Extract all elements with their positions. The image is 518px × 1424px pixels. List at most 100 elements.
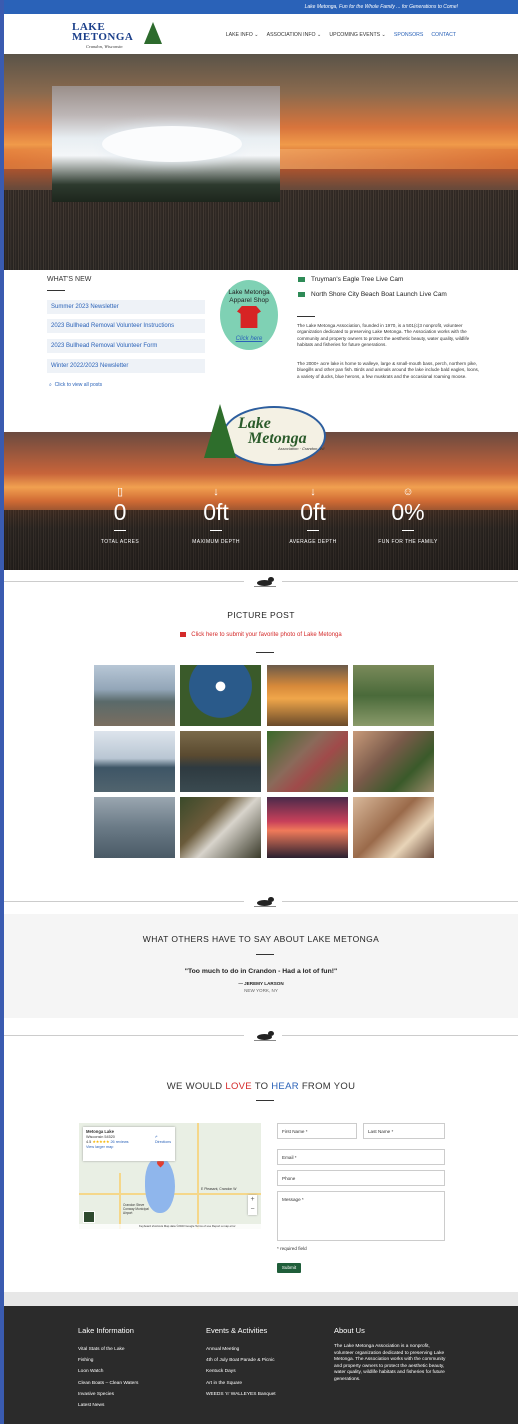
tagline: Lake Metonga, Fun for the Whole Family .… [304,4,458,10]
stat-average-depth: ↓ 0ft AVERAGE DEPTH [268,486,358,545]
map-info-card: Metonga Lake Wisconsin 54520 4.5 ★★★★★ 2… [83,1127,175,1161]
arrow-down-icon: ↓ [310,486,316,498]
footer-link-annual-meeting[interactable]: Annual Meeting [206,1344,276,1355]
news-link-summer-2023[interactable]: Summer 2023 Newsletter [47,300,205,314]
gallery-photo-9[interactable] [94,797,175,858]
gallery-photo-11[interactable] [267,797,348,858]
satellite-toggle-button[interactable] [83,1211,95,1223]
testimonial-location: NEW YORK, NY [244,988,278,993]
message-field[interactable]: Message * [277,1191,445,1241]
gallery-photo-7[interactable] [267,731,348,792]
picture-post-title: PICTURE POST [227,610,295,620]
pine-tree-icon [144,22,162,44]
gallery-photo-8[interactable] [353,731,434,792]
footer-link-latest-news[interactable]: Latest News [78,1400,138,1411]
testimonial-title: WHAT OTHERS HAVE TO SAY ABOUT LAKE METON… [142,934,380,944]
footer-link-fishing[interactable]: Fishing [78,1355,138,1366]
gallery-photo-6[interactable] [180,731,261,792]
site-header: LAKE METONGA Crandon, Wisconsin LAKE INF… [4,14,518,54]
stat-label: TOTAL ACRES [100,539,140,545]
apparel-cta[interactable]: Click here [220,336,278,342]
video-camera-icon [298,276,305,282]
arrow-down-icon: ↓ [213,486,219,498]
top-tagline-bar: Lake Metonga, Fun for the Whole Family .… [4,0,518,14]
whats-new-title: WHAT'S NEW [47,276,92,283]
phone-field[interactable]: Phone [277,1170,445,1186]
stat-label: AVERAGE DEPTH [289,539,337,545]
news-link-bullhead-instructions[interactable]: 2023 Bullhead Removal Volunteer Instruct… [47,319,205,333]
map-airport-label: Crandon Steve Conway Municipal Airport [123,1203,149,1215]
lake-metonga-association-logo: Lake Metonga Association · Crandon, WI [204,400,328,472]
picture-post-section: PICTURE POST Click here to submit your f… [4,594,518,890]
smile-icon: ☺ [402,486,414,498]
eagle-cam-link[interactable]: Truyman's Eagle Tree Live Cam [298,276,403,283]
map-footer: Keyboard shortcuts Map data ©2023 Google… [79,1224,261,1229]
footer-link-clean-boats[interactable]: Clean Boats – Clean Waters [78,1378,138,1389]
apparel-title: Lake Metonga Apparel Shop [228,289,270,304]
directions-icon: ↱ [155,1135,159,1139]
loon-icon [254,1030,276,1042]
hero-reeds [4,190,518,270]
google-map-embed[interactable]: Metonga Lake Wisconsin 54520 4.5 ★★★★★ 2… [79,1123,261,1229]
apparel-shop-badge[interactable]: Lake Metonga Apparel Shop Click here [220,280,278,350]
aerial-winter-lake-photo [52,86,280,202]
gallery-photo-2[interactable] [180,665,261,726]
testimonial-quote: "Too much to do in Crandon - Had a lot o… [184,968,338,975]
footer-link-vital-stats[interactable]: Vital Stats of the Lake [78,1344,138,1355]
news-link-bullhead-form[interactable]: 2023 Bullhead Removal Volunteer Form [47,339,205,353]
submit-button[interactable]: Submit [277,1263,301,1273]
last-name-field[interactable]: Last Name * [363,1123,445,1139]
loon-divider [4,890,518,914]
gallery-photo-1[interactable] [94,665,175,726]
beach-cam-link[interactable]: North Shore City Beach Boat Launch Live … [298,291,447,298]
nav-sponsors[interactable]: SPONSORS [394,32,423,38]
nav-upcoming-events[interactable]: UPCOMING EVENTS ⌄ [329,32,386,38]
testimonial-wrapper: WHAT OTHERS HAVE TO SAY ABOUT LAKE METON… [4,914,518,1024]
email-field[interactable]: Email * [277,1149,445,1165]
nav-association-info[interactable]: ASSOCIATION INFO ⌄ [267,32,322,38]
stat-value: 0ft [300,499,326,525]
footer-heading: Events & Activities [206,1326,268,1335]
footer-about: About Us The Lake Metonga Association is… [334,1326,446,1384]
page: Lake Metonga, Fun for the Whole Family .… [4,0,518,1424]
whats-new-rule [47,290,65,291]
footer-link-kentuck-days[interactable]: Kentuck Days [206,1366,276,1377]
footer-link-art-in-square[interactable]: Art in the Square [206,1378,276,1389]
footer-separator [4,1292,518,1306]
chevron-down-icon: ⌄ [381,32,386,38]
directions-link[interactable]: ↱ Directions [155,1135,171,1145]
footer-link-weeds-walleyes[interactable]: WEEDS 'n' WALLEYES Banquet [206,1389,276,1400]
gallery-photo-12[interactable] [353,797,434,858]
camera-icon [180,632,187,637]
about-paragraph-2: The 2000+ acre lake is home to walleye, … [297,361,480,379]
footer-events: Events & Activities Annual Meeting 4th o… [206,1326,276,1400]
stat-value: 0ft [203,499,229,525]
nav-contact[interactable]: CONTACT [431,32,456,38]
submit-photo-link[interactable]: Click here to submit your favorite photo… [4,632,518,638]
stat-value: 0 [113,499,127,525]
loon-divider [4,570,518,594]
footer-link-loon-watch[interactable]: Loon Watch [78,1366,138,1377]
chevron-down-icon: ⌄ [254,32,259,38]
logo-line-2: METONGA [72,31,134,43]
view-larger-map-link[interactable]: View larger map [86,1145,113,1149]
site-logo[interactable]: LAKE METONGA Crandon, Wisconsin [72,20,164,50]
gallery-photo-4[interactable] [353,665,434,726]
view-all-posts-link[interactable]: ⌕ Click to view all posts [49,382,102,388]
search-icon: ⌕ [49,382,52,388]
gallery-photo-10[interactable] [180,797,261,858]
loon-divider [4,1024,518,1048]
footer-link-invasive-species[interactable]: Invasive Species [78,1389,138,1400]
zoom-out-button: − [250,1206,255,1213]
news-link-winter-2022[interactable]: Winter 2022/2023 Newsletter [47,359,205,373]
loon-icon [254,576,276,588]
gallery-photo-5[interactable] [94,731,175,792]
stat-value: 0% [391,499,425,525]
footer-heading: About Us [334,1326,365,1335]
first-name-field[interactable]: First Name * [277,1123,357,1139]
gallery-photo-3[interactable] [267,665,348,726]
map-zoom-controls[interactable]: + − [248,1195,257,1215]
stats-section: Lake Metonga Association · Crandon, WI ▯ … [4,400,518,570]
nav-lake-info[interactable]: LAKE INFO ⌄ [226,32,259,38]
footer-link-july-parade[interactable]: 4th of July Boat Parade & Picnic [206,1355,276,1366]
